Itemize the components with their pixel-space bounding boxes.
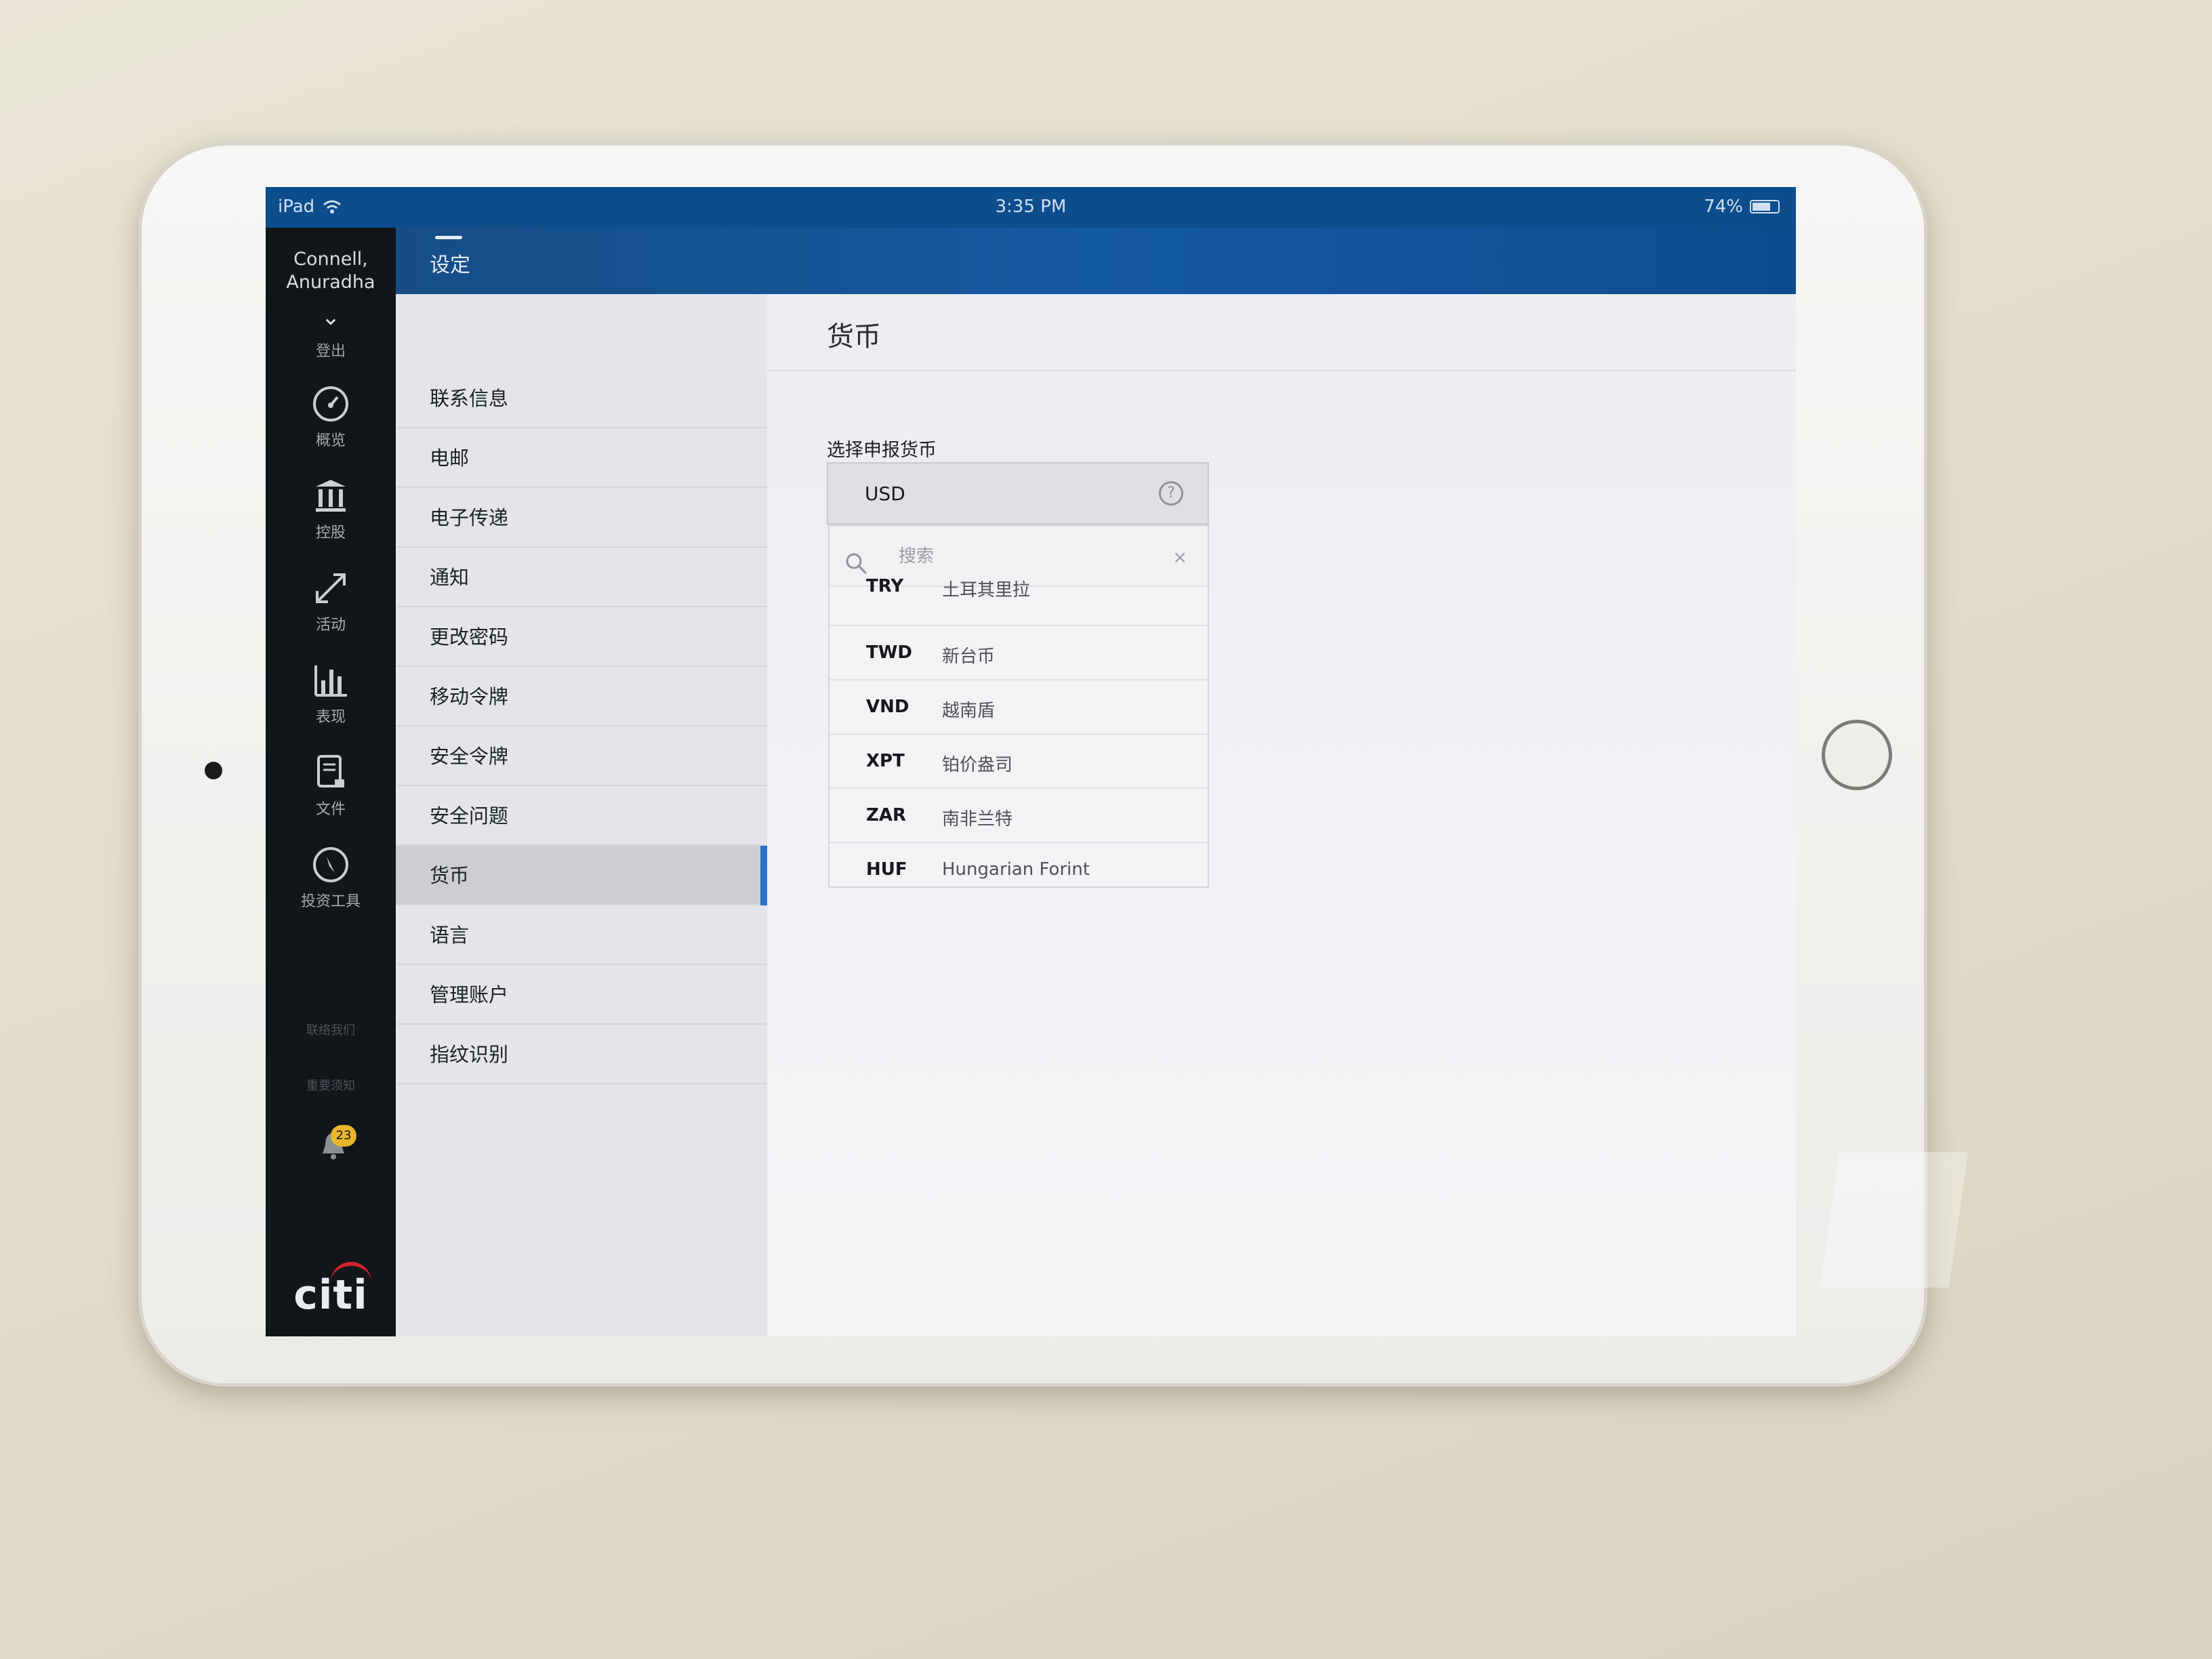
user-name-line1: Connell,	[293, 249, 368, 270]
selected-currency: USD	[865, 483, 905, 505]
battery-percent: 74%	[1704, 197, 1743, 217]
nav-item-documents[interactable]: 文件	[266, 754, 396, 819]
currency-name: Hungarian Forint	[942, 859, 1090, 880]
settings-item-e-delivery[interactable]: 电子传递	[396, 488, 767, 548]
currency-name: 铂价盎司	[942, 755, 1013, 775]
currency-code: TRY	[866, 576, 904, 596]
speedometer-icon	[313, 386, 348, 422]
currency-name: 南非兰特	[942, 809, 1013, 830]
currency-select[interactable]: USD ?	[827, 462, 1209, 525]
notification-count-badge: 23	[331, 1125, 356, 1147]
nav-label-documents: 文件	[315, 801, 346, 818]
nav-label-activity: 活动	[315, 617, 346, 634]
arrows-diagonal-icon	[316, 573, 346, 603]
nav-label-overview: 概览	[315, 432, 346, 449]
settings-item-security-token[interactable]: 安全令牌	[396, 726, 767, 786]
ipad-screen: iPad 3:35 PM 74% Connell, Anuradha ⌄ 登出	[266, 187, 1796, 1336]
bar-chart-icon	[314, 665, 347, 697]
settings-item-manage-accounts[interactable]: 管理账户	[396, 965, 767, 1025]
currency-option[interactable]: ZAR 南非兰特	[830, 789, 1208, 843]
nav-label-performance: 表现	[315, 709, 346, 726]
bank-icon	[316, 480, 346, 512]
clear-search-icon[interactable]: ×	[1172, 549, 1187, 567]
citi-logo: citi	[293, 1271, 368, 1319]
status-time: 3:35 PM	[995, 197, 1067, 217]
settings-item-email[interactable]: 电邮	[396, 428, 767, 488]
currency-code: XPT	[866, 751, 905, 771]
top-header: 设定	[396, 228, 1796, 294]
title-divider	[767, 370, 1796, 371]
important-notice-link[interactable]: 重要须知	[266, 1076, 396, 1094]
currency-option[interactable]: XPT 铂价盎司	[830, 735, 1208, 789]
currency-code: VND	[866, 697, 909, 717]
status-right: 74%	[1704, 197, 1780, 217]
nav-label-investment-tools: 投资工具	[300, 893, 361, 910]
nav-item-holdings[interactable]: 控股	[266, 477, 396, 542]
status-bar: iPad 3:35 PM 74%	[266, 187, 1796, 228]
nav-item-investment-tools[interactable]: 投资工具	[266, 846, 396, 911]
left-navigation: Connell, Anuradha ⌄ 登出 概览 控股 活动 表现 文件 投资…	[266, 228, 396, 1336]
contact-us-link[interactable]: 联络我们	[266, 1021, 396, 1038]
page-title: 货币	[827, 321, 881, 352]
currency-option[interactable]: HUF Hungarian Forint	[830, 843, 1208, 886]
nav-label-holdings: 控股	[315, 525, 346, 541]
home-button[interactable]	[1822, 720, 1892, 790]
currency-name: 新台币	[942, 647, 996, 667]
settings-item-mobile-token[interactable]: 移动令牌	[396, 667, 767, 726]
currency-option[interactable]: TRY 土耳其里拉	[830, 572, 1208, 626]
currency-code: TWD	[866, 642, 912, 663]
nav-item-overview[interactable]: 概览	[266, 385, 396, 450]
currency-option[interactable]: TWD 新台币	[830, 626, 1208, 680]
menu-handle-icon[interactable]	[435, 236, 462, 239]
currency-search-input[interactable]	[897, 542, 1144, 571]
settings-list: 联系信息 电邮 电子传递 通知 更改密码 移动令牌 安全令牌 安全问题 货币 语…	[396, 294, 767, 1336]
compass-icon	[313, 847, 348, 882]
currency-dropdown: × TRY 土耳其里拉 TWD 新台币 VND 越南盾 XPT 铂价盎司 ZAR…	[828, 525, 1209, 888]
currency-code: ZAR	[866, 805, 906, 825]
nav-item-performance[interactable]: 表现	[266, 661, 396, 726]
currency-name: 越南盾	[942, 701, 996, 721]
front-camera	[205, 762, 222, 779]
currency-code: HUF	[866, 859, 907, 880]
settings-item-security-questions[interactable]: 安全问题	[396, 786, 767, 846]
user-name-line2: Anuradha	[286, 272, 375, 293]
settings-item-change-password[interactable]: 更改密码	[396, 607, 767, 667]
header-title: 设定	[430, 253, 470, 277]
settings-item-language[interactable]: 语言	[396, 905, 767, 965]
settings-item-currency[interactable]: 货币	[396, 846, 767, 905]
settings-item-notifications[interactable]: 通知	[396, 548, 767, 607]
logout-link[interactable]: 登出	[266, 339, 396, 361]
help-icon[interactable]: ?	[1159, 481, 1183, 506]
user-name[interactable]: Connell, Anuradha	[266, 248, 396, 294]
nav-item-activity[interactable]: 活动	[266, 569, 396, 634]
currency-option[interactable]: VND 越南盾	[830, 680, 1208, 735]
currency-field-label: 选择申报货币	[827, 440, 937, 461]
chevron-down-icon[interactable]: ⌄	[266, 304, 396, 331]
battery-icon	[1750, 200, 1780, 213]
battery-fill	[1753, 203, 1770, 211]
notification-bell[interactable]: 23	[313, 1125, 356, 1170]
settings-item-fingerprint[interactable]: 指纹识别	[396, 1025, 767, 1084]
document-lock-icon	[317, 755, 344, 787]
currency-content-pane: 货币 选择申报货币 USD ? × TRY 土耳其里拉 TWD 新台币	[767, 294, 1796, 1336]
settings-item-contact-info[interactable]: 联系信息	[396, 369, 767, 428]
currency-name: 土耳其里拉	[942, 580, 1031, 600]
